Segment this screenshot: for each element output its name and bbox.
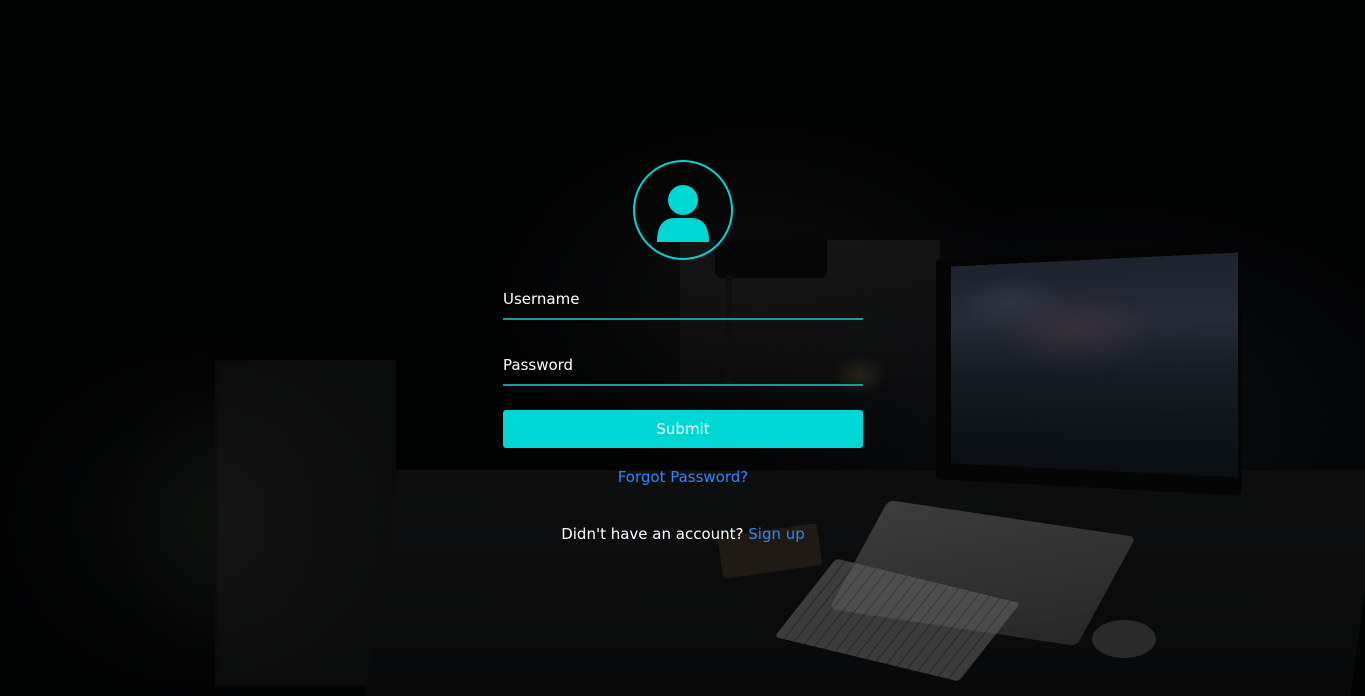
password-field xyxy=(503,348,863,386)
user-icon xyxy=(633,160,733,260)
user-icon-graphic xyxy=(657,185,709,242)
username-input[interactable] xyxy=(503,282,863,316)
signup-link[interactable]: Sign up xyxy=(748,525,805,543)
signup-prompt-text: Didn't have an account? xyxy=(561,525,744,543)
submit-button[interactable]: Submit xyxy=(503,410,863,448)
signup-prompt: Didn't have an account? Sign up xyxy=(503,525,863,543)
password-input[interactable] xyxy=(503,348,863,382)
forgot-password-link[interactable]: Forgot Password? xyxy=(503,468,863,486)
username-field xyxy=(503,282,863,320)
